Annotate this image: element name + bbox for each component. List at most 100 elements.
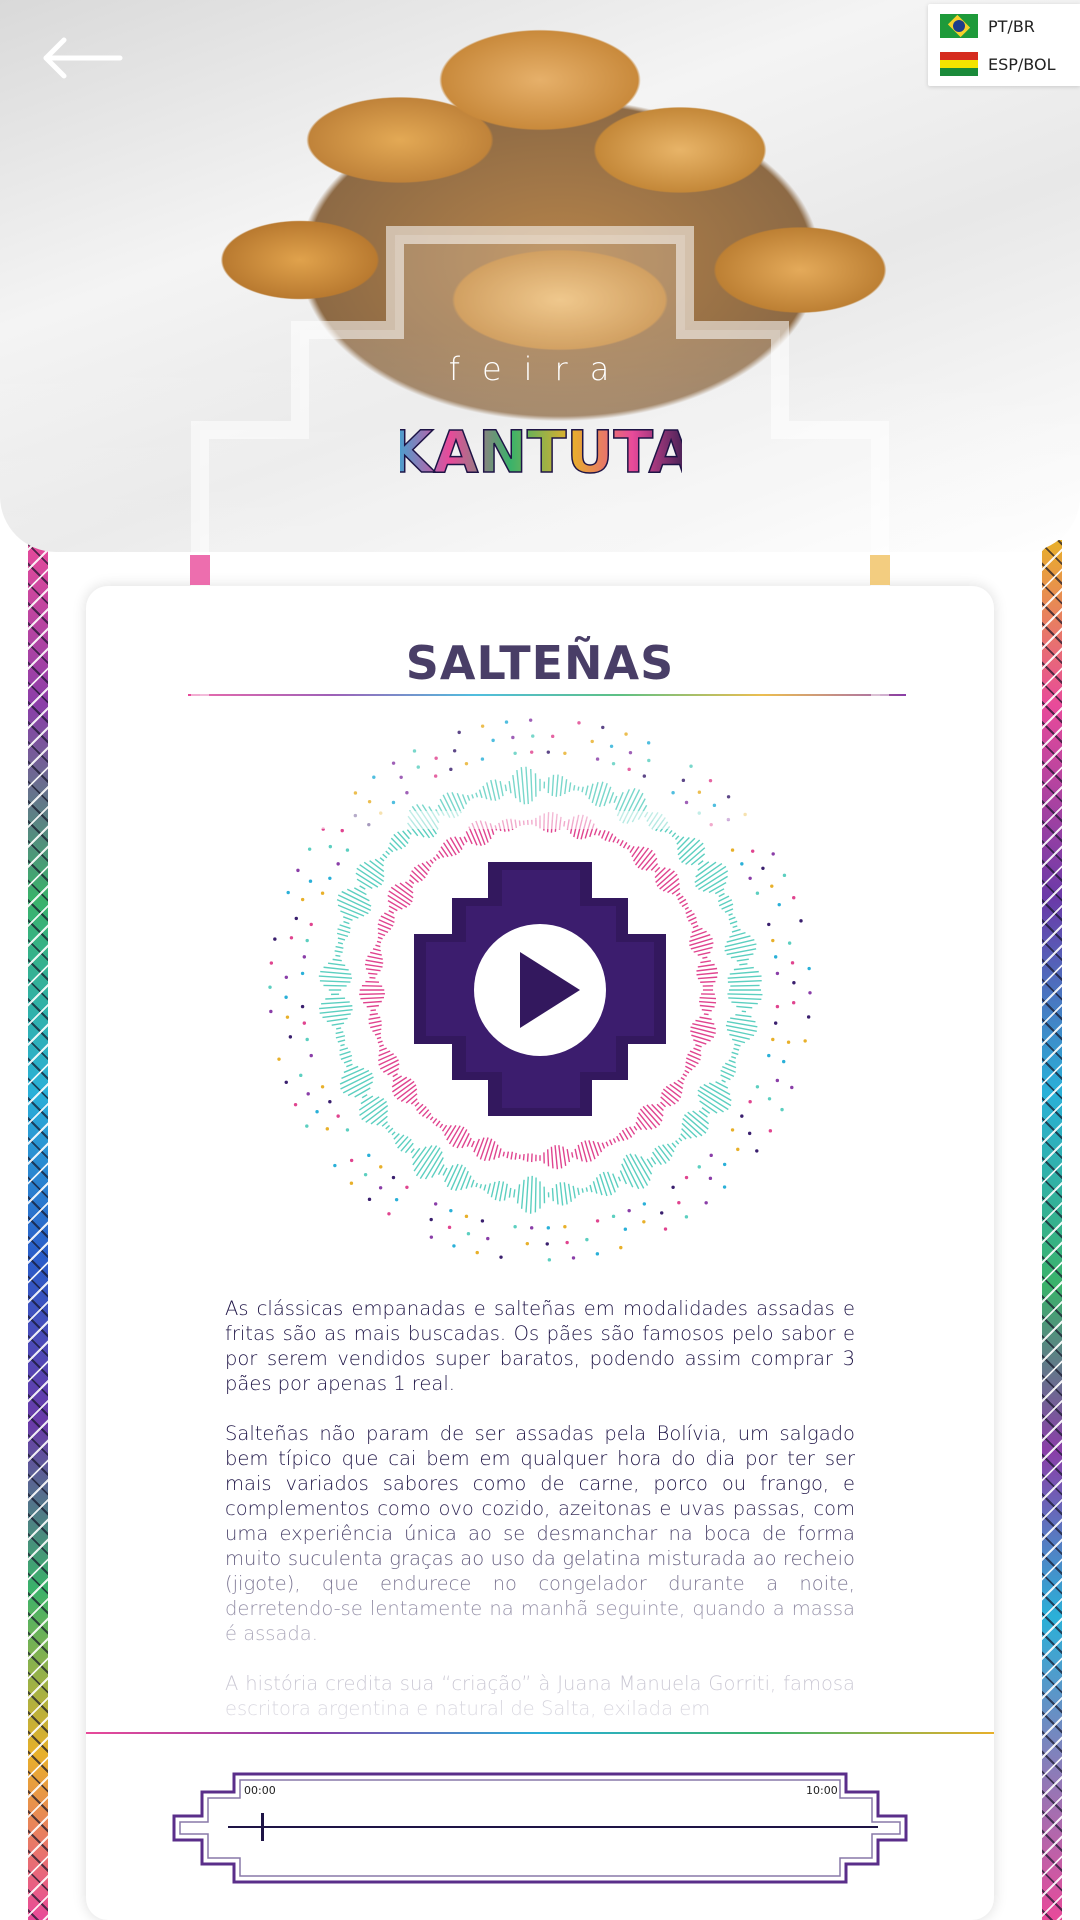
wave-bar — [366, 1004, 379, 1008]
wave-bar — [361, 1094, 368, 1099]
wave-bar — [679, 898, 687, 904]
wave-bar — [378, 1047, 387, 1052]
wave-bar — [490, 1181, 496, 1198]
wave-bar — [675, 892, 681, 897]
wave-dot — [309, 922, 313, 927]
wave-dot — [768, 1129, 773, 1133]
wave-dot — [299, 1073, 303, 1078]
wave-bar — [479, 1183, 483, 1189]
wave-bar — [368, 972, 378, 975]
wave-bar — [696, 967, 718, 972]
wave-dot — [755, 1149, 759, 1153]
wave-bar — [546, 812, 550, 833]
wave-bar — [628, 1126, 636, 1135]
wave-dot — [595, 1219, 600, 1223]
wave-dot — [791, 1000, 796, 1005]
wave-bar — [729, 920, 738, 925]
wave-bar — [622, 789, 641, 824]
wave-dot — [294, 916, 298, 921]
wave-dot — [782, 1059, 786, 1064]
wave-bar — [442, 842, 453, 857]
wave-bar — [339, 1047, 349, 1052]
wave-bar — [446, 1163, 459, 1188]
language-option-esp-bol[interactable]: ESP/BOL — [940, 52, 1056, 76]
wave-bar — [612, 1138, 617, 1144]
wave-bar — [608, 792, 615, 804]
wave-bar — [325, 997, 346, 1000]
wave-bar — [449, 837, 460, 854]
wave-dot — [405, 790, 409, 795]
wave-dot — [550, 734, 555, 739]
wave-dot — [529, 750, 534, 754]
wave-bar — [691, 927, 703, 934]
wave-bar — [566, 1149, 571, 1163]
wave-bar — [318, 975, 353, 979]
wave-bar — [655, 817, 666, 832]
wave-bar — [733, 1047, 740, 1051]
wave-bar — [359, 993, 385, 996]
wave-dot — [790, 1085, 794, 1090]
wave-dot — [771, 1037, 775, 1042]
wave-dot — [429, 1217, 433, 1222]
wave-bar — [413, 866, 426, 879]
wave-bar — [699, 1100, 718, 1114]
total-time: 10:00 — [806, 1784, 838, 1797]
wave-dot — [646, 741, 651, 745]
wave-dot — [792, 896, 796, 900]
wave-bar — [568, 782, 572, 793]
wave-dot — [623, 1227, 628, 1231]
wave-dot — [302, 1021, 307, 1025]
wave-dot — [499, 1255, 503, 1259]
language-option-pt-br[interactable]: PT/BR — [940, 14, 1035, 38]
wave-dot — [730, 1128, 735, 1132]
wave-bar — [733, 966, 754, 971]
wave-bar — [699, 1086, 732, 1107]
back-arrow-icon[interactable] — [40, 36, 124, 80]
wave-bar — [392, 1073, 398, 1078]
page-title: SALTEÑAS — [405, 636, 675, 690]
wave-bar — [374, 1032, 381, 1036]
progress-thumb[interactable] — [260, 1813, 264, 1841]
wave-bar — [512, 774, 517, 799]
wave-bar — [529, 1175, 533, 1214]
wave-bar — [559, 776, 564, 797]
wave-bar — [323, 966, 349, 971]
wave-dot — [379, 811, 383, 815]
wave-bar — [437, 1164, 445, 1176]
wave-bar — [650, 863, 659, 871]
wave-bar — [597, 1141, 603, 1153]
wave-bar — [504, 784, 508, 792]
wave-bar — [490, 779, 497, 801]
bolivia-flag-icon — [940, 52, 978, 76]
language-label: PT/BR — [988, 16, 1035, 36]
wave-dot — [353, 813, 358, 818]
decorative-border-left — [28, 540, 48, 1920]
play-button[interactable] — [414, 862, 666, 1116]
progress-track[interactable] — [228, 1826, 878, 1828]
wave-bar — [680, 1076, 685, 1081]
wave-bar — [334, 950, 343, 954]
footer-divider — [86, 1732, 994, 1734]
wave-bar — [635, 1121, 643, 1131]
wave-bar — [530, 768, 533, 802]
wave-dot — [367, 1153, 371, 1158]
wave-dot — [277, 1057, 281, 1061]
wave-bar — [562, 1146, 567, 1167]
wave-dot — [349, 1158, 354, 1163]
wave-bar — [551, 1187, 554, 1202]
wave-bar — [563, 820, 566, 827]
wave-bar — [693, 1047, 701, 1052]
wave-bar — [648, 812, 659, 827]
wave-bar — [731, 1038, 746, 1044]
wave-dot — [528, 718, 533, 722]
wave-bar — [336, 1027, 342, 1030]
wave-bar — [454, 1166, 467, 1191]
wave-bar — [730, 1017, 756, 1023]
wave-dot — [767, 1097, 772, 1101]
wave-bar — [335, 945, 344, 949]
wave-bar — [651, 1103, 664, 1117]
wave-dot — [321, 827, 325, 831]
wave-dot — [770, 884, 774, 888]
wave-dot — [792, 981, 796, 985]
wave-dot — [379, 1165, 383, 1169]
